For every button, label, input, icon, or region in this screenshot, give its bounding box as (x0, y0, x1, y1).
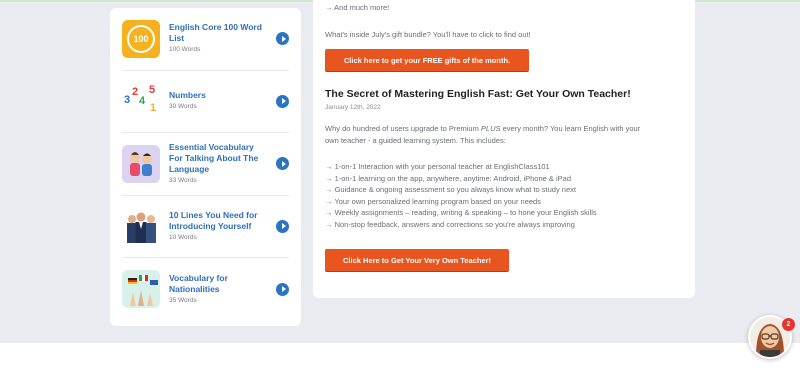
list-item-count: 33 Words (169, 176, 197, 184)
list-item: → 1-on-1 Interaction with your personal … (325, 162, 550, 171)
list-item: → Weekly assignments – reading, writing … (325, 208, 597, 217)
list-item[interactable]: 10 Lines You Need for Introducing Yourse… (122, 196, 289, 258)
blog-content-card: → And much more! What's inside July's gi… (313, 0, 695, 298)
list-item-count: 100 Words (169, 46, 201, 54)
list-item: → Guidance & ongoing assessment so you a… (325, 185, 576, 194)
list-item-count: 35 Words (169, 296, 197, 304)
list-item[interactable]: Essential Vocabulary For Talking About T… (122, 133, 289, 196)
list-item-title[interactable]: Vocabulary for Nationalities (169, 273, 269, 295)
list-item: → Your own personalized learning program… (325, 196, 541, 206)
word-list-sidebar: 100 English Core 100 Word List 100 Words… (110, 8, 301, 326)
play-button[interactable] (276, 219, 289, 233)
post-title[interactable]: The Secret of Mastering English Fast: Ge… (325, 88, 631, 100)
play-button[interactable] (276, 32, 289, 46)
flags-icon (122, 270, 160, 309)
get-teacher-button[interactable]: Click Here to Get Your Very Own Teacher! (325, 249, 509, 271)
list-item: → Non-stop feedback, answers and correct… (325, 219, 575, 229)
speaking-people-icon (122, 144, 160, 183)
free-gifts-button[interactable]: Click here to get your FREE gifts of the… (325, 49, 529, 71)
business-people-icon (122, 207, 160, 246)
notification-badge: 2 (782, 318, 795, 331)
list-item-count: 10 Words (169, 233, 197, 241)
more-line: → And much more! (325, 3, 390, 12)
post-intro-line-2: own teacher - a guided learning system. … (325, 136, 506, 145)
list-item-title[interactable]: 10 Lines You Need for Introducing Yourse… (169, 210, 269, 232)
post-date: January 12th, 2022 (325, 104, 381, 111)
numbers-icon: 3 2 4 5 1 (122, 82, 160, 121)
feature-list: → 1-on-1 Interaction with your personal … (325, 161, 597, 230)
list-item-title[interactable]: Numbers (169, 90, 269, 101)
post-intro-line-1: Why do hundred of users upgrade to Premi… (325, 124, 641, 133)
list-item[interactable]: Vocabulary for Nationalities 35 Words (122, 258, 289, 321)
play-button[interactable] (276, 94, 289, 108)
play-button[interactable] (276, 282, 289, 296)
list-item-title[interactable]: English Core 100 Word List (169, 22, 269, 44)
list-item: → 1-on-1 learning on the app, anywhere, … (325, 173, 571, 183)
100-badge-icon: 100 (122, 19, 160, 58)
page-footer-band (0, 343, 800, 370)
list-item[interactable]: 100 English Core 100 Word List 100 Words (122, 8, 289, 71)
list-item-title[interactable]: Essential Vocabulary For Talking About T… (169, 142, 269, 175)
list-item-count: 30 Words (169, 103, 197, 111)
play-button[interactable] (276, 157, 289, 171)
gift-text: What's inside July's gift bundle? You'll… (325, 30, 531, 39)
list-item[interactable]: 3 2 4 5 1 Numbers 30 Words (122, 71, 289, 133)
